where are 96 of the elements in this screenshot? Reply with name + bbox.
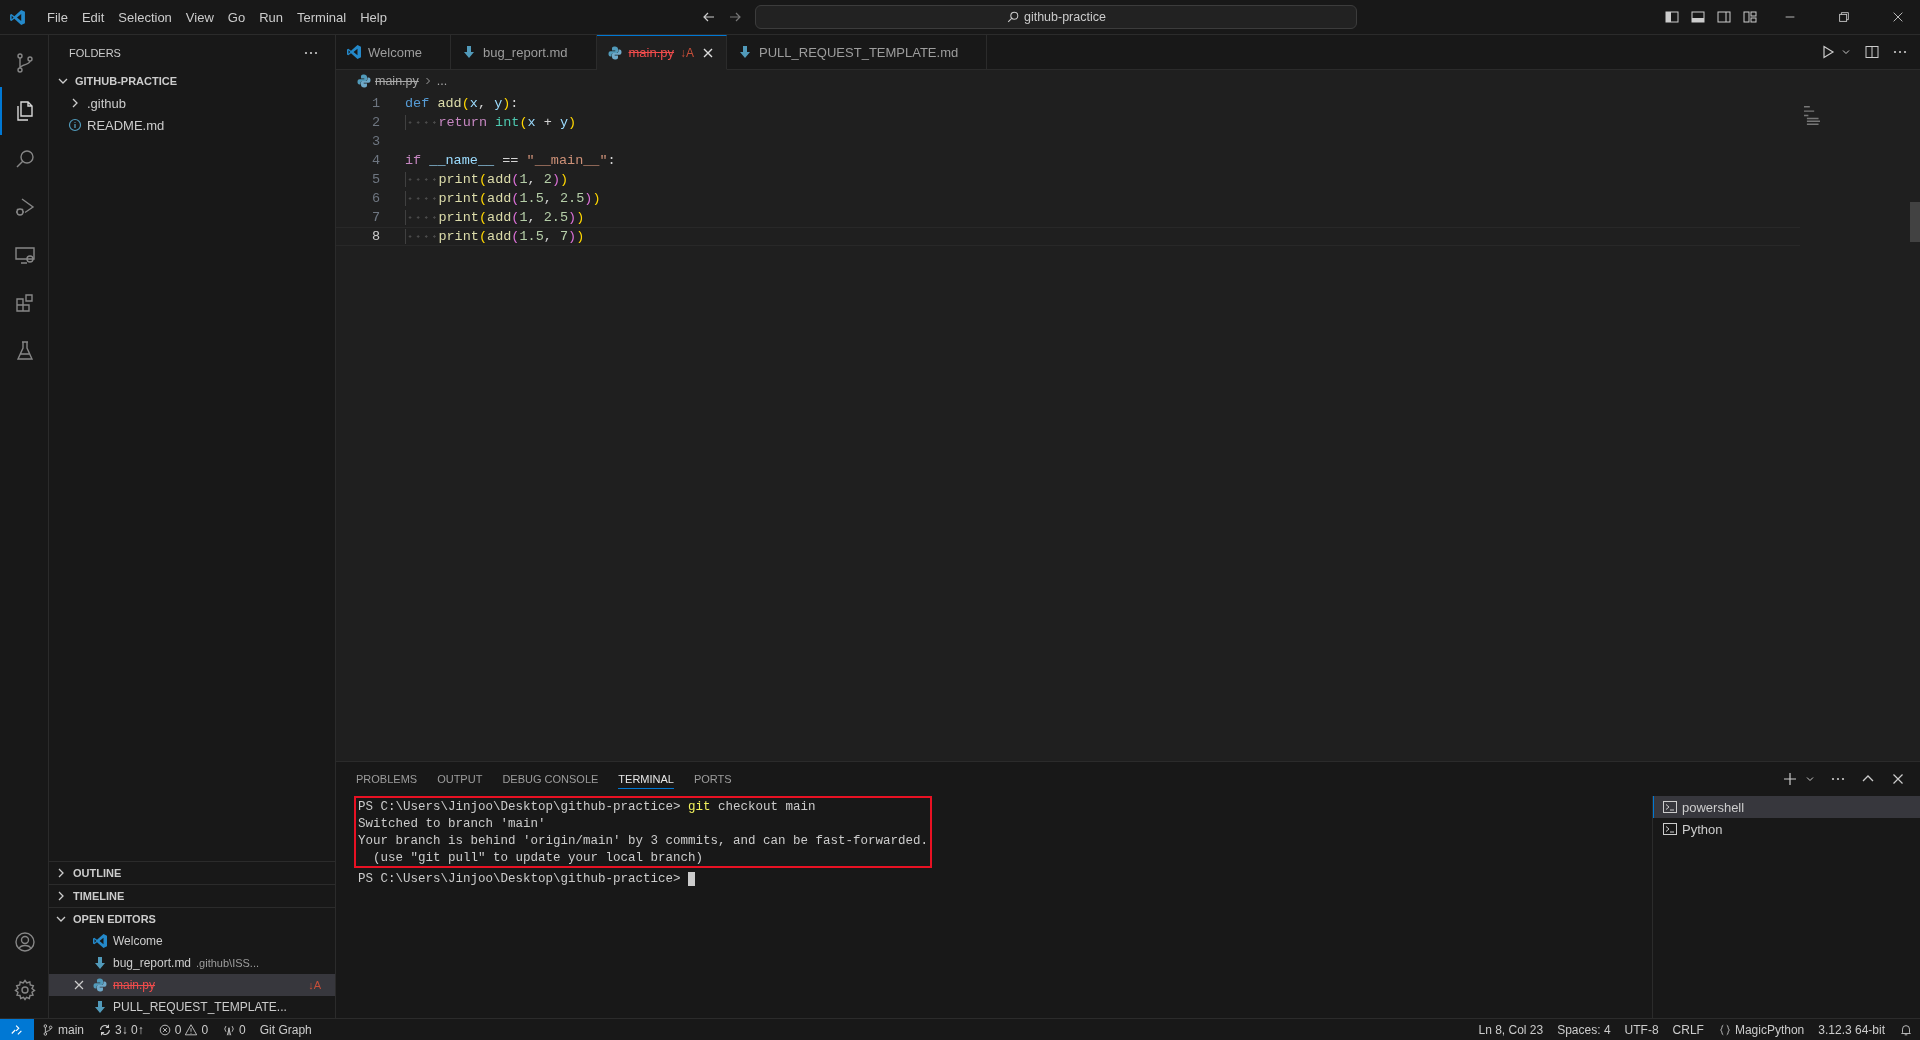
tree-item[interactable]: README.md <box>49 114 335 136</box>
account-icon <box>13 930 37 954</box>
status-item[interactable]: Spaces: 4 <box>1550 1019 1618 1040</box>
menu-item[interactable]: Run <box>252 5 290 29</box>
status-item[interactable]: UTF-8 <box>1617 1019 1666 1040</box>
terminal-session[interactable]: Python <box>1653 818 1920 840</box>
app-logo-icon <box>9 8 26 26</box>
warning-icon <box>184 1022 199 1037</box>
minimap-drawing <box>1804 106 1820 125</box>
panel-tab[interactable]: PORTS <box>693 769 732 789</box>
restore-icon[interactable] <box>1837 10 1851 24</box>
split-editor-icon[interactable] <box>1864 44 1880 60</box>
status-item[interactable]: Ln 8, Col 23 <box>1471 1019 1551 1040</box>
open-editor-item[interactable]: bug_report.md .github\ISS... <box>49 952 335 974</box>
remote-icon <box>10 1022 24 1037</box>
line-number: 8 <box>370 229 380 244</box>
section-header[interactable]: OPEN EDITORS <box>49 907 335 930</box>
braces-icon <box>1717 1022 1732 1037</box>
close-icon[interactable] <box>1891 10 1905 24</box>
sidebar-layout-icon[interactable] <box>1664 9 1680 25</box>
editor-tab[interactable]: PULL_REQUEST_TEMPLATE.md <box>727 35 988 70</box>
code-line: if __name__ == "__main__": <box>405 153 616 168</box>
snake-logo-icon <box>606 44 623 61</box>
search-field[interactable]: github-practice <box>754 5 1357 29</box>
line-number: 6 <box>370 191 380 206</box>
line-number: 7 <box>370 210 380 225</box>
info-icon <box>67 117 83 133</box>
run-icon[interactable] <box>1820 44 1836 60</box>
section-header[interactable]: TIMELINE <box>49 884 335 907</box>
panel-tab[interactable]: TERMINAL <box>618 769 674 789</box>
language-indicator[interactable]: MagicPython <box>1710 1019 1812 1040</box>
tree-item[interactable]: .github <box>49 92 335 114</box>
layout-grid-icon[interactable] <box>1742 9 1758 25</box>
terminal-session[interactable]: powershell <box>1653 796 1920 818</box>
code-line: return int(x + y) <box>405 115 577 130</box>
code-line: def add(x, y): <box>405 96 519 111</box>
bell-icon <box>1899 1022 1913 1037</box>
ports-indicator[interactable]: 0 <box>215 1019 253 1040</box>
line-number: 5 <box>370 172 380 187</box>
terminal-line: Switched to branch 'main' <box>358 816 546 831</box>
open-editor-item[interactable]: PULL_REQUEST_TEMPLATE... <box>49 996 335 1018</box>
line-number: 1 <box>370 96 380 111</box>
status-item[interactable]: CRLF <box>1665 1019 1711 1040</box>
settings-icon <box>13 978 37 1002</box>
search-icon <box>1005 10 1020 24</box>
code-line: print(add(1.5, 7)) <box>405 229 585 244</box>
plus-icon[interactable] <box>1782 771 1798 787</box>
menu-item[interactable]: Go <box>220 5 253 29</box>
panel-tab[interactable]: PROBLEMS <box>356 769 418 789</box>
menu-item[interactable]: Terminal <box>290 5 354 29</box>
terminal-line: Your branch is behind 'origin/main' by 3 commits, and can be fast-forwarded. <box>358 833 929 848</box>
section-header[interactable]: OUTLINE <box>49 861 335 884</box>
panel-tab[interactable]: DEBUG CONSOLE <box>502 769 599 789</box>
open-editor-item[interactable]: Welcome <box>49 930 335 952</box>
editor-tab[interactable]: bug_report.md <box>450 35 597 70</box>
menu-item[interactable]: File <box>40 5 75 29</box>
status-item[interactable]: 3.12.3 64-bit <box>1811 1019 1892 1040</box>
breadcrumb-item[interactable]: ... <box>436 74 448 88</box>
folder-header[interactable]: GITHUB-PRACTICE <box>49 70 335 92</box>
arrow-down-icon <box>92 955 108 971</box>
error-icon <box>157 1022 172 1037</box>
app-logo-icon <box>92 933 108 949</box>
editor-tab[interactable]: Welcome <box>336 35 451 70</box>
terminal-icon <box>1662 799 1678 815</box>
terminal-line: PS C:\Users\Jinjoo\Desktop\github-practice> git checkout main <box>358 799 816 814</box>
editor-tab[interactable]: main.py ↓A <box>596 35 728 70</box>
panel-tab[interactable]: OUTPUT <box>437 769 483 789</box>
problems-indicator[interactable]: 0 0 <box>150 1019 216 1040</box>
terminal-line: PS C:\Users\Jinjoo\Desktop\github-practice> <box>358 871 681 886</box>
arrow-down-icon <box>92 999 108 1015</box>
secondary-sidebar-icon[interactable] <box>1716 9 1732 25</box>
sync-indicator[interactable]: 3↓ 0↑ <box>91 1019 151 1040</box>
code-line: print(add(1, 2)) <box>405 172 569 187</box>
menu-item[interactable]: Selection <box>111 5 179 29</box>
terminal-icon <box>1662 821 1678 837</box>
remote-indicator[interactable] <box>0 1019 34 1040</box>
terminal-line: (use "git pull" to update your local branch) <box>372 850 704 865</box>
menu-item[interactable]: View <box>178 5 221 29</box>
branch-icon <box>41 1022 55 1037</box>
code-line: print(add(1.5, 2.5)) <box>405 191 601 206</box>
sync-icon <box>98 1022 112 1037</box>
snake-logo-icon <box>92 977 108 993</box>
menu-item[interactable]: Help <box>353 5 394 29</box>
status-item[interactable]: Git Graph <box>252 1019 319 1040</box>
panel-layout-icon[interactable] <box>1690 9 1706 25</box>
scrollbar[interactable] <box>1910 202 1920 242</box>
line-number: 2 <box>370 115 380 130</box>
menu-item[interactable]: Edit <box>74 5 112 29</box>
sidebar-title: FOLDERS <box>69 46 121 59</box>
breadcrumb-item[interactable]: main.py <box>375 74 419 88</box>
snake-logo-icon <box>356 73 372 89</box>
branch-indicator[interactable]: main <box>34 1019 91 1040</box>
line-number: 3 <box>370 134 380 149</box>
line-number: 4 <box>370 153 380 168</box>
code-line: print(add(1, 2.5)) <box>405 210 585 225</box>
app-logo-icon <box>346 44 362 60</box>
